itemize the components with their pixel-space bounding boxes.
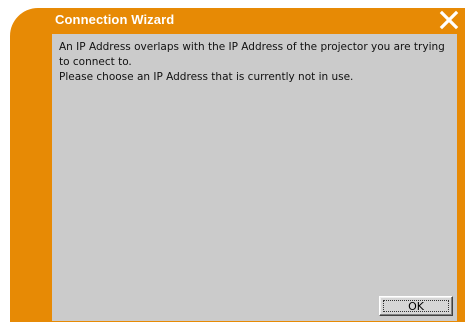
message-line-2: Please choose an IP Address that is curr… [59,71,354,83]
ok-button-label: OK [383,300,449,313]
connection-wizard-dialog: Connection Wizard An IP Address overlaps… [10,8,465,322]
close-button[interactable] [439,10,459,30]
close-icon [439,10,459,30]
message-line-1: An IP Address overlaps with the IP Addre… [59,41,445,68]
message-text: An IP Address overlaps with the IP Addre… [59,40,449,85]
dialog-title: Connection Wizard [55,12,175,27]
dialog-content: An IP Address overlaps with the IP Addre… [52,34,457,321]
title-bar: Connection Wizard [10,8,465,34]
ok-button[interactable]: OK [379,296,453,316]
